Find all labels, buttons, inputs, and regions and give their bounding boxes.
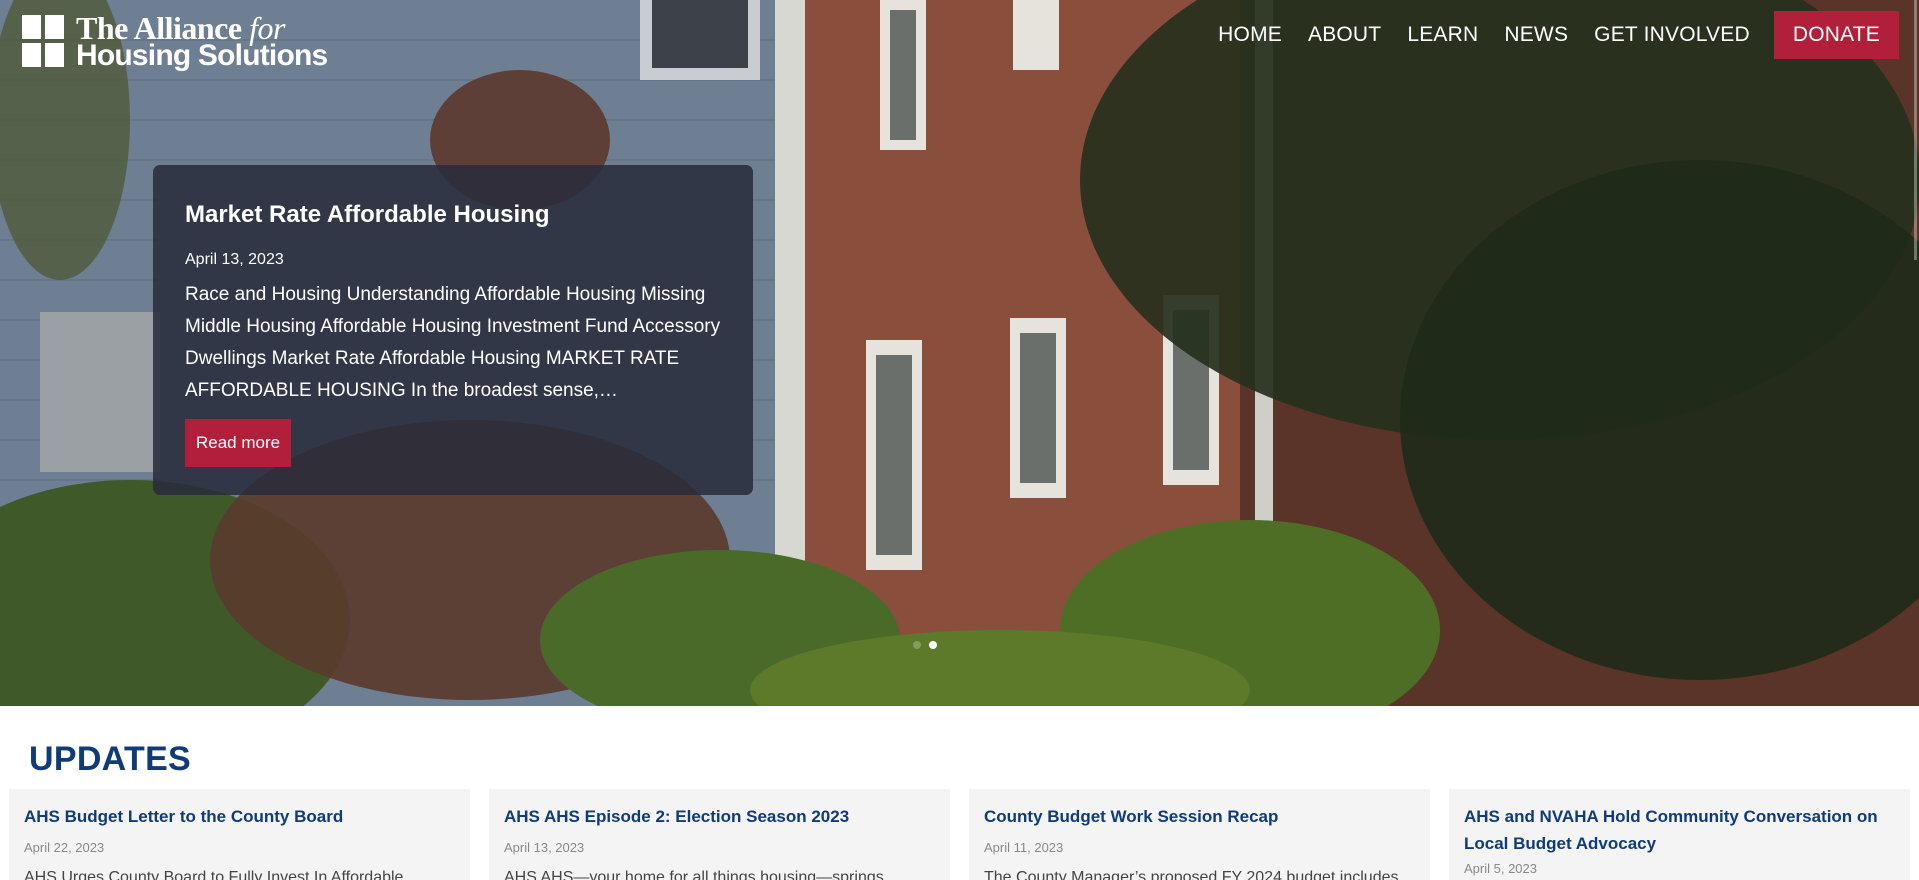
updates-list: AHS Budget Letter to the County Board Ap… [9,789,1910,880]
donate-button[interactable]: DONATE [1773,10,1899,59]
update-date: April 13, 2023 [504,840,585,855]
nav-item-get-involved[interactable]: GET INVOLVED [1594,23,1750,47]
logo-wordmark: The Alliance for Housing Solutions [76,12,328,72]
slider-dot-1[interactable] [913,641,921,649]
update-date: April 11, 2023 [984,840,1064,855]
updates-heading: UPDATES [29,740,192,778]
update-card: AHS Budget Letter to the County Board Ap… [9,789,470,880]
scrollbar[interactable] [1914,0,1917,260]
update-title[interactable]: County Budget Work Session Recap [984,803,1415,830]
featured-post-excerpt: Race and Housing Understanding Affordabl… [185,284,721,401]
featured-post-title[interactable]: Market Rate Affordable Housing [185,201,721,229]
update-excerpt: The County Manager’s proposed FY 2024 bu… [984,869,1399,880]
logo-squares-icon [22,15,66,69]
hero-slider: The Alliance for Housing Solutions HOME … [0,0,1919,706]
update-card: AHS AHS Episode 2: Election Season 2023 … [489,789,950,880]
update-title[interactable]: AHS Budget Letter to the County Board [24,803,455,830]
featured-post-card: Market Rate Affordable Housing April 13,… [153,165,753,495]
main-nav: HOME ABOUT LEARN NEWS GET INVOLVED DONAT… [1192,10,1899,59]
update-title[interactable]: AHS and NVAHA Hold Community Conversatio… [1464,803,1895,857]
featured-post-date: April 13, 2023 [185,251,284,268]
update-excerpt: AHS AHS—your home for all things housing… [504,869,884,880]
nav-item-home[interactable]: HOME [1218,23,1282,47]
update-title[interactable]: AHS AHS Episode 2: Election Season 2023 [504,803,935,830]
nav-item-about[interactable]: ABOUT [1308,23,1381,47]
read-more-button[interactable]: Read more [185,419,292,467]
slider-pagination [913,641,945,649]
update-excerpt: AHS Urges County Board to Fully Invest I… [24,869,404,880]
update-date: April 22, 2023 [24,840,105,855]
nav-item-learn[interactable]: LEARN [1407,23,1478,47]
slider-dot-2[interactable] [929,641,937,649]
update-card: AHS and NVAHA Hold Community Conversatio… [1449,789,1910,880]
update-card: County Budget Work Session Recap April 1… [969,789,1430,880]
update-date: April 5, 2023 [1464,861,1537,876]
logo-line2: Housing Solutions [76,39,328,72]
nav-item-news[interactable]: NEWS [1504,23,1568,47]
site-logo[interactable]: The Alliance for Housing Solutions [22,12,328,72]
